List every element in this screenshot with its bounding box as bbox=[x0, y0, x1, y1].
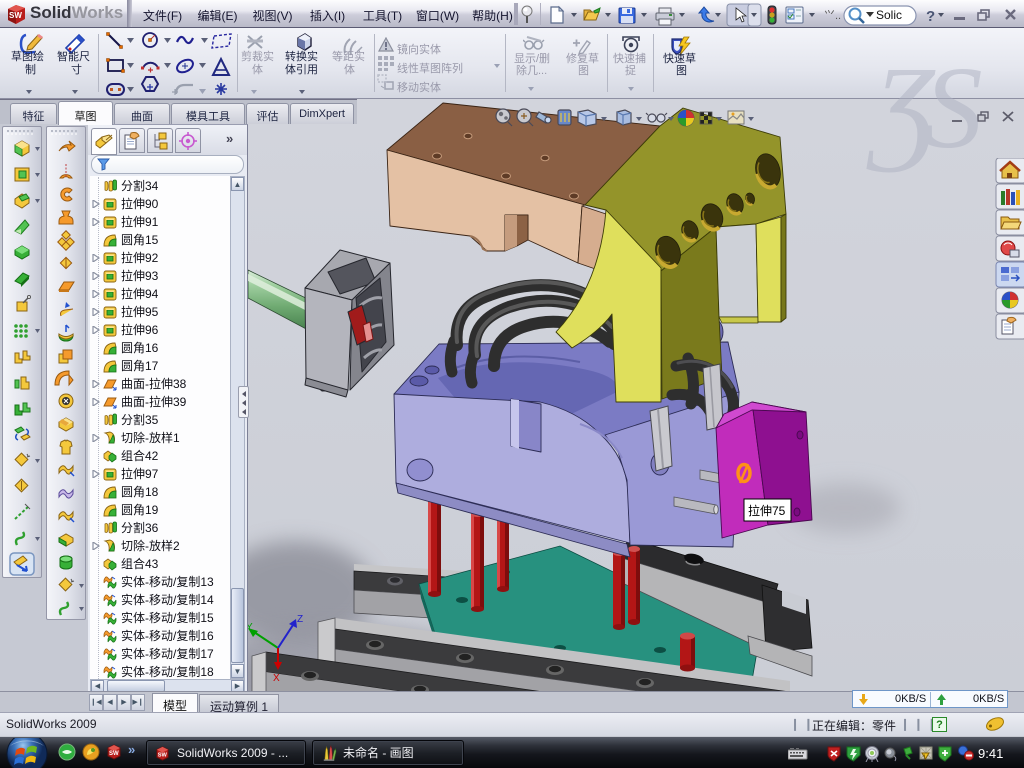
svg-text:Z: Z bbox=[297, 614, 303, 625]
svg-text:?: ? bbox=[926, 8, 935, 25]
svg-text:SW: SW bbox=[109, 751, 119, 757]
svg-text:X: X bbox=[273, 673, 280, 684]
svg-text:SW: SW bbox=[158, 752, 168, 758]
svg-text:SW: SW bbox=[9, 11, 22, 20]
svg-text:Solic: Solic bbox=[876, 8, 902, 22]
svg-text:Y: Y bbox=[248, 622, 253, 633]
svg-text:⺍..: ⺍.. bbox=[824, 9, 841, 22]
svg-text:拉伸75: 拉伸75 bbox=[748, 503, 786, 518]
svg-text:!: ! bbox=[924, 755, 925, 761]
